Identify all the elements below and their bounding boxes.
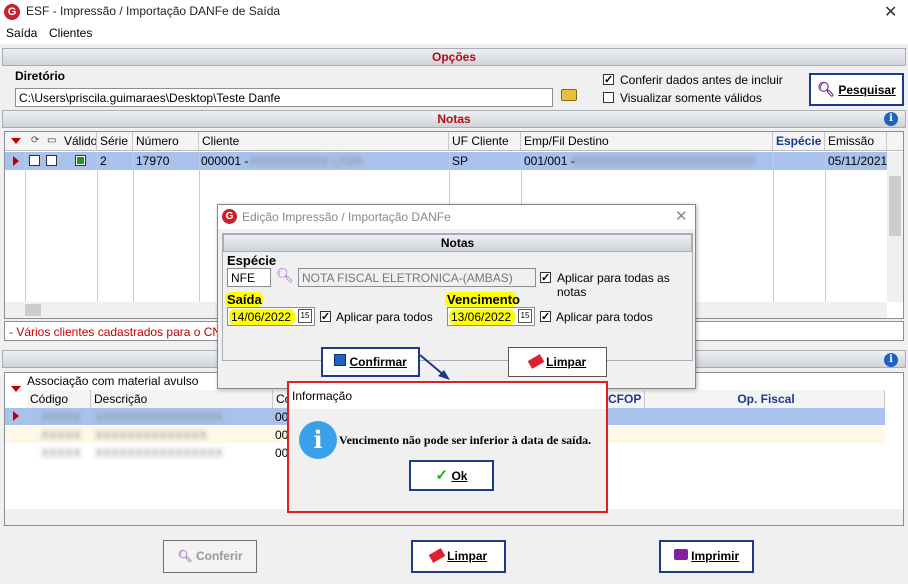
row-pointer-icon	[13, 156, 19, 166]
conferir-checkbox[interactable]	[603, 74, 614, 85]
info-dialog: Informação i Vencimento não pode ser inf…	[287, 381, 608, 513]
calendar-icon[interactable]: 15	[518, 309, 532, 323]
saida-date: 14/06/2022	[231, 310, 292, 324]
info-dialog-title: Informação	[292, 389, 353, 403]
search-icon: 🔍︎	[817, 81, 836, 97]
conferir-label: Conferir dados antes de incluir	[620, 73, 783, 87]
pesquisar-button[interactable]: 🔍︎ Pesquisar	[809, 73, 904, 106]
notas-header: Notas	[2, 110, 906, 128]
row-numero: 17970	[136, 154, 170, 168]
col-emp[interactable]: Emp/Fil Destino	[521, 132, 773, 150]
row-checkbox-1[interactable]	[29, 155, 40, 166]
visualizar-checkbox[interactable]	[603, 92, 614, 103]
row-emp-redacted: XXXXXXXXXXXXXXXXXXXXXXX	[571, 154, 756, 168]
vencimento-date: 13/06/2022	[451, 310, 512, 324]
row-serie: 2	[100, 154, 107, 168]
close-icon[interactable]: ✕	[675, 207, 688, 225]
imprimir-button[interactable]: Imprimir	[659, 540, 754, 573]
col-valido[interactable]: Válido	[61, 132, 97, 150]
ok-button[interactable]: ✓ Ok	[409, 460, 494, 491]
valid-status-icon	[75, 155, 86, 166]
information-icon: i	[299, 421, 337, 459]
row-checkbox-2[interactable]	[46, 155, 57, 166]
sort-down-icon[interactable]	[11, 138, 21, 144]
menu-bar	[0, 24, 908, 44]
visualizar-label: Visualizar somente válidos	[620, 91, 762, 105]
col-uf[interactable]: UF Cliente	[449, 132, 521, 150]
printer-icon	[673, 549, 688, 560]
row-cliente: 000001 -	[201, 154, 249, 168]
saida-label: Saída	[227, 292, 262, 307]
limpar-dialog-button[interactable]: Limpar	[508, 347, 607, 377]
row-cliente-redacted: XXXXXXXXXX LTDA	[249, 154, 363, 168]
aplicar-todos-2-checkbox[interactable]	[540, 311, 551, 322]
notas-row[interactable]: 2 17970 000001 - XXXXXXXXXX LTDA SP 001/…	[5, 152, 887, 170]
vencimento-label: Vencimento	[447, 292, 520, 307]
aplicar-todos-2-label: Aplicar para todos	[556, 310, 653, 324]
printer-icon[interactable]: ▭	[47, 135, 56, 146]
menu-clientes[interactable]: Clientes	[49, 26, 92, 40]
col-cfop[interactable]: CFOP	[605, 390, 645, 408]
col-emissao[interactable]: Emissão	[825, 132, 887, 150]
col-codigo[interactable]: Código	[27, 390, 91, 408]
window-title: ESF - Impressão / Importação DANFe de Sa…	[26, 4, 281, 18]
row-emissao: 05/11/2021	[828, 154, 888, 168]
especie-desc-input: NOTA FISCAL ELETRONICA-(AMBAS)	[298, 268, 536, 287]
col-serie[interactable]: Série	[97, 132, 133, 150]
close-icon[interactable]: ✕	[884, 2, 897, 22]
save-icon	[334, 354, 347, 366]
eraser-icon	[428, 548, 446, 563]
opcoes-header: Opções	[2, 48, 906, 66]
info-message: Vencimento não pode ser inferior à data …	[339, 433, 592, 447]
annotation-arrow-icon	[419, 354, 450, 380]
calendar-icon[interactable]: 15	[298, 309, 312, 323]
row-pointer-icon-2	[13, 411, 19, 421]
refresh-icon[interactable]: ⟳	[31, 135, 39, 146]
eraser-icon	[527, 354, 545, 369]
col-especie[interactable]: Espécie	[773, 132, 825, 150]
app-logo-icon: G	[222, 209, 237, 224]
col-numero[interactable]: Número	[133, 132, 199, 150]
menu-saida[interactable]: Saída	[6, 26, 37, 40]
especie-code-input[interactable]: NFE	[227, 268, 271, 287]
search-icon[interactable]: 🔍︎	[276, 267, 294, 284]
app-logo-icon: G	[4, 4, 20, 20]
edit-dialog-title: Edição Impressão / Importação DANFe	[242, 210, 451, 224]
col-op-fiscal[interactable]: Op. Fiscal	[645, 390, 885, 408]
conferir-button[interactable]: 🔍︎ Conferir	[163, 540, 257, 573]
assoc-label: Associação com material avulso	[27, 374, 199, 388]
sort-down-icon-2[interactable]	[11, 386, 21, 392]
aplicar-todos-1-checkbox[interactable]	[320, 311, 331, 322]
row-uf: SP	[452, 154, 469, 168]
col-cliente[interactable]: Cliente	[199, 132, 449, 150]
notas-vscroll[interactable]	[887, 152, 903, 302]
col-descricao[interactable]: Descrição	[91, 390, 273, 408]
folder-icon[interactable]	[561, 89, 577, 101]
row-emp: 001/001 -	[524, 154, 575, 168]
aplicar-todas-notas-label: Aplicar para todas as notas	[557, 271, 670, 299]
edit-notas-header: Notas	[223, 234, 692, 252]
aplicar-todos-1-label: Aplicar para todos	[336, 310, 433, 324]
check-icon: ✓	[435, 467, 449, 484]
diretorio-input[interactable]: C:\Users\priscila.guimaraes\Desktop\Test…	[15, 88, 553, 107]
especie-label: Espécie	[227, 253, 277, 268]
diretorio-label: Diretório	[15, 69, 66, 83]
aplicar-todas-notas-checkbox[interactable]	[540, 272, 551, 283]
search-icon: 🔍︎	[177, 549, 193, 563]
info-icon-2[interactable]: i	[884, 353, 898, 367]
limpar-button[interactable]: Limpar	[411, 540, 506, 573]
info-icon[interactable]: i	[884, 112, 898, 126]
status-message: - Vários clientes cadastrados para o CNP…	[9, 325, 246, 339]
